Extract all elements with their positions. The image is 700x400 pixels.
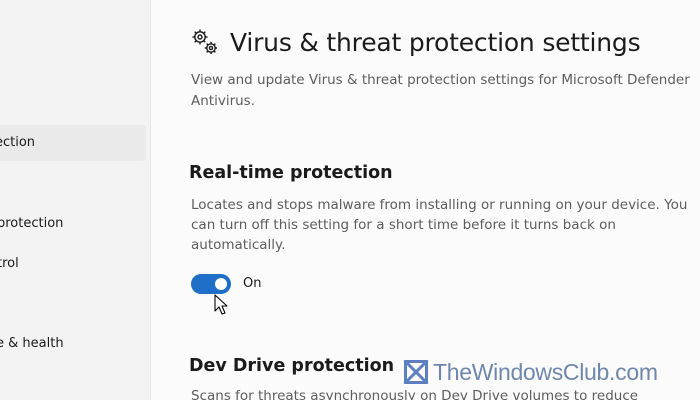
sidebar-item-virus-threat-protection[interactable]: ection — [0, 125, 146, 161]
realtime-protection-description: Locates and stops malware from installin… — [191, 197, 688, 253]
sidebar: ection protection trol e & health — [0, 0, 151, 400]
sidebar-item-device-performance-health[interactable]: e & health — [0, 326, 146, 362]
toggle-state-label: On — [243, 276, 262, 291]
sidebar-item-label: ection — [0, 135, 36, 150]
toggle-knob — [215, 278, 227, 290]
page-title: Virus & threat protection settings — [230, 27, 641, 57]
sidebar-item-app-browser-control[interactable]: trol — [0, 246, 146, 282]
windowsclub-logo-icon — [404, 360, 428, 384]
dev-drive-protection-description: Scans for threats asynchronously on Dev … — [191, 388, 639, 400]
sidebar-item-label: protection — [0, 216, 64, 231]
sidebar-item-firewall-network-protection[interactable]: protection — [0, 206, 146, 242]
dev-drive-protection-title: Dev Drive protection — [189, 356, 395, 376]
sidebar-item-label: e & health — [0, 336, 64, 351]
watermark-text: TheWindowsClub.com — [433, 358, 658, 385]
realtime-protection-title: Real-time protection — [189, 163, 393, 183]
page-header: Virus & threat protection settings — [190, 24, 641, 60]
watermark: TheWindowsClub.com — [403, 357, 658, 387]
page-description: View and update Virus & threat protectio… — [191, 72, 690, 109]
mouse-cursor-icon — [214, 294, 228, 315]
realtime-protection-toggle[interactable] — [191, 274, 231, 294]
main-content: Virus & threat protection settings View … — [151, 0, 700, 400]
gear-icon — [192, 29, 217, 54]
sidebar-item-label: trol — [0, 256, 19, 271]
